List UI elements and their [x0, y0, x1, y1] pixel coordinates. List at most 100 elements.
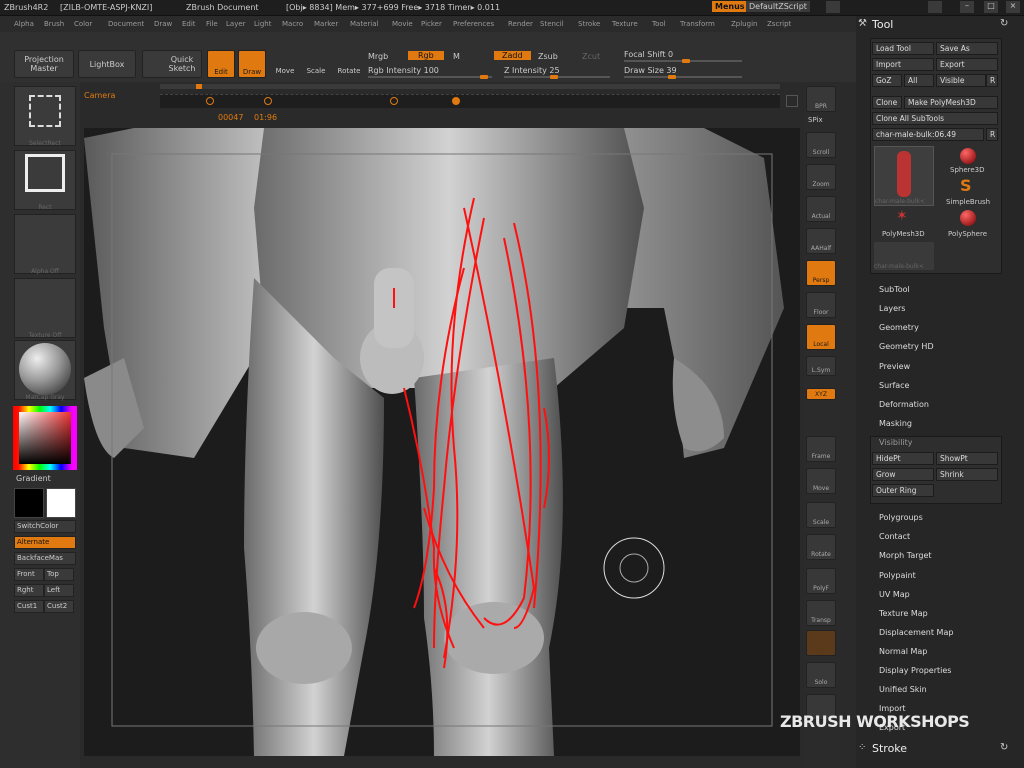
- morph-target-section[interactable]: Morph Target: [879, 551, 932, 560]
- edit-button[interactable]: Edit: [207, 50, 235, 78]
- current-tool-slider[interactable]: char-male-bulk:06.49: [872, 128, 984, 141]
- export-button[interactable]: Export: [936, 58, 998, 71]
- menu-marker[interactable]: Marker: [314, 20, 338, 28]
- draw-size-track[interactable]: [624, 75, 742, 79]
- contact-section[interactable]: Contact: [879, 532, 910, 541]
- clone-button[interactable]: Clone: [872, 96, 902, 109]
- z-intensity-knob[interactable]: [550, 75, 558, 79]
- default-zscript-button[interactable]: DefaultZScript: [746, 1, 810, 12]
- move-button[interactable]: Move: [271, 50, 299, 78]
- switchcolor-button[interactable]: SwitchColor: [14, 520, 76, 533]
- timeline-top-track[interactable]: [160, 84, 780, 89]
- quick-sketch-button[interactable]: Quick Sketch: [142, 50, 202, 78]
- menu-draw[interactable]: Draw: [154, 20, 172, 28]
- cust1-button[interactable]: Cust1: [14, 600, 44, 613]
- m-toggle[interactable]: M: [453, 52, 460, 61]
- displacement-map-section[interactable]: Displacement Map: [879, 628, 953, 637]
- menu-texture[interactable]: Texture: [612, 20, 638, 28]
- draw-size-knob[interactable]: [668, 75, 676, 79]
- mrgb-toggle[interactable]: Mrgb: [368, 52, 388, 61]
- zcut-toggle[interactable]: Zcut: [582, 52, 600, 61]
- z-intensity-track[interactable]: [504, 75, 610, 79]
- menu-brush[interactable]: Brush: [44, 20, 64, 28]
- timeline-toggle[interactable]: [786, 95, 798, 107]
- visibility-section[interactable]: Visibility: [879, 438, 913, 447]
- rotate-view-button[interactable]: Rotate: [806, 534, 836, 560]
- menu-preferences[interactable]: Preferences: [453, 20, 494, 28]
- load-tool-button[interactable]: Load Tool: [872, 42, 934, 55]
- subtool-section[interactable]: SubTool: [879, 285, 910, 294]
- rgb-intensity-track[interactable]: [368, 75, 492, 79]
- sphere3d-icon[interactable]: [960, 148, 976, 164]
- lightbox-button[interactable]: LightBox: [78, 50, 136, 78]
- menu-zplugin[interactable]: Zplugin: [731, 20, 757, 28]
- tool-thumbnail-char-2[interactable]: char-male-bulk<: [874, 242, 934, 270]
- menu-color[interactable]: Color: [74, 20, 92, 28]
- make-polymesh-button[interactable]: Make PolyMesh3D: [904, 96, 998, 109]
- alpha-selector[interactable]: Alpha Off: [14, 214, 76, 275]
- tool-thumbnail-char[interactable]: char-male-bulk<: [874, 146, 934, 206]
- menu-edit[interactable]: Edit: [182, 20, 196, 28]
- hidept-button[interactable]: HidePt: [872, 452, 934, 465]
- material-selector[interactable]: MatCap Gray: [14, 340, 76, 401]
- r-button[interactable]: R: [986, 74, 998, 87]
- bpr-button[interactable]: BPR: [806, 86, 836, 112]
- minimize-icon[interactable]: –: [960, 1, 974, 13]
- rotate-button[interactable]: Rotate: [334, 50, 364, 78]
- normal-map-section[interactable]: Normal Map: [879, 647, 927, 656]
- xyz-button[interactable]: XYZ: [806, 388, 836, 400]
- z-intensity-slider[interactable]: Z Intensity 25: [504, 66, 560, 75]
- move-view-button[interactable]: Move: [806, 468, 836, 494]
- focal-shift-track[interactable]: [624, 59, 742, 63]
- polymesh3d-label[interactable]: PolyMesh3D: [882, 230, 925, 238]
- layers-section[interactable]: Layers: [879, 304, 905, 313]
- preview-section[interactable]: Preview: [879, 362, 910, 371]
- polysphere-label[interactable]: PolySphere: [948, 230, 987, 238]
- sphere3d-label[interactable]: Sphere3D: [950, 166, 985, 174]
- goz-button[interactable]: GoZ: [872, 74, 902, 87]
- menus-button[interactable]: Menus: [712, 1, 748, 12]
- close-icon[interactable]: ×: [1006, 1, 1020, 13]
- polyf-button[interactable]: PolyF: [806, 568, 836, 594]
- backface-mask-button[interactable]: BackfaceMas: [14, 552, 76, 565]
- import-button[interactable]: Import: [872, 58, 934, 71]
- persp-button[interactable]: Persp: [806, 260, 836, 286]
- grow-button[interactable]: Grow: [872, 468, 934, 481]
- rgb-toggle[interactable]: Rgb: [408, 51, 444, 60]
- zadd-toggle[interactable]: Zadd: [494, 51, 531, 60]
- secondary-color-swatch[interactable]: [46, 488, 76, 518]
- texture-map-section[interactable]: Texture Map: [879, 609, 928, 618]
- menu-stencil[interactable]: Stencil: [540, 20, 564, 28]
- menu-layer[interactable]: Layer: [226, 20, 246, 28]
- alternate-button[interactable]: Alternate: [14, 536, 76, 549]
- menu-movie[interactable]: Movie: [392, 20, 413, 28]
- draw-size-slider[interactable]: Draw Size 39: [624, 66, 677, 75]
- gradient-label[interactable]: Gradient: [16, 474, 51, 483]
- maximize-icon[interactable]: □: [984, 1, 998, 13]
- clone-all-subtools-button[interactable]: Clone All SubTools: [872, 112, 998, 125]
- brush-selector[interactable]: SelectRect: [14, 86, 76, 147]
- zsub-toggle[interactable]: Zsub: [538, 52, 558, 61]
- menu-render[interactable]: Render: [508, 20, 533, 28]
- color-picker[interactable]: [13, 406, 77, 470]
- unified-skin-section[interactable]: Unified Skin: [879, 685, 927, 694]
- solo-button[interactable]: Solo: [806, 662, 836, 688]
- stroke-refresh-icon[interactable]: ↻: [1000, 742, 1008, 753]
- menu-tool[interactable]: Tool: [652, 20, 666, 28]
- display-properties-section[interactable]: Display Properties: [879, 666, 951, 675]
- geometry-hd-section[interactable]: Geometry HD: [879, 342, 934, 351]
- visible-button[interactable]: Visible: [936, 74, 986, 87]
- polygroups-section[interactable]: Polygroups: [879, 513, 923, 522]
- lock-icon[interactable]: [928, 1, 942, 13]
- front-view-button[interactable]: Front: [14, 568, 44, 581]
- texture-selector[interactable]: Texture Off: [14, 278, 76, 339]
- scale-view-button[interactable]: Scale: [806, 502, 836, 528]
- help-icon[interactable]: [826, 1, 840, 13]
- rgb-intensity-knob[interactable]: [480, 75, 488, 79]
- menu-light[interactable]: Light: [254, 20, 271, 28]
- stroke-selector[interactable]: Rect: [14, 150, 76, 211]
- top-view-button[interactable]: Top: [44, 568, 74, 581]
- floor-button[interactable]: Floor: [806, 292, 836, 318]
- viewport[interactable]: [84, 128, 800, 756]
- surface-section[interactable]: Surface: [879, 381, 909, 390]
